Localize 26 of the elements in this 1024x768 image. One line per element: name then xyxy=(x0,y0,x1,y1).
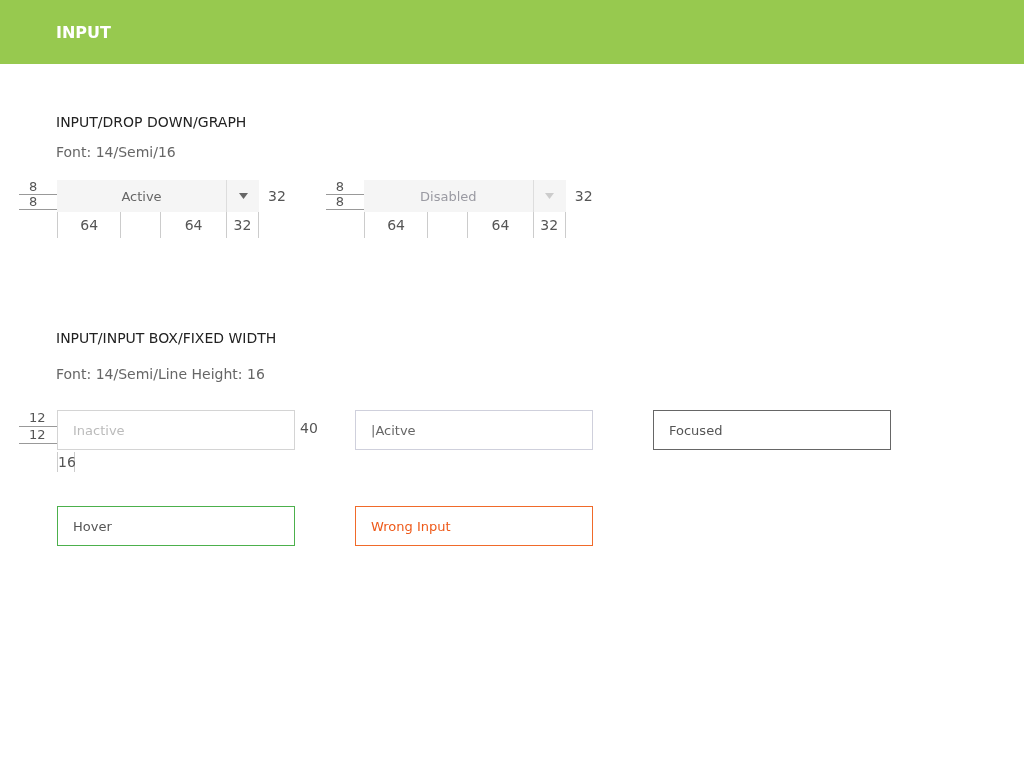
spacing-measure: 8 xyxy=(325,180,364,195)
text-input[interactable]: Wrong Input xyxy=(355,506,593,546)
spacing-measure: 12 xyxy=(19,427,57,444)
dropdown[interactable]: Active xyxy=(57,180,259,212)
height-measure: 40 xyxy=(300,420,318,436)
width-measure: 64 xyxy=(57,212,121,238)
section-title: INPUT/DROP DOWN/GRAPH xyxy=(56,114,248,130)
width-measure: 32 xyxy=(532,212,566,238)
width-measure: 32 xyxy=(225,212,259,238)
spacing-measure: 8 xyxy=(325,195,364,210)
font-note: Font: 14/Semi/Line Height: 16 xyxy=(56,366,266,382)
caret-icon xyxy=(545,193,555,199)
height-measure: 32 xyxy=(267,187,286,206)
width-measure: 64 xyxy=(160,212,226,238)
section-title: INPUT/INPUT BOX/FIXED WIDTH xyxy=(56,330,278,346)
font-note: Font: 14/Semi/16 xyxy=(56,144,177,160)
width-measure: 64 xyxy=(363,212,428,238)
caret-icon xyxy=(238,193,248,199)
text-input[interactable]: Focused xyxy=(653,410,891,450)
spacing-measure: 12 xyxy=(19,410,57,427)
width-measure: 64 xyxy=(467,212,533,238)
padding-measure: 16 xyxy=(57,452,75,472)
text-input[interactable]: Hover xyxy=(57,506,295,546)
page-title: INPUT xyxy=(56,22,111,42)
height-measure: 32 xyxy=(573,187,593,206)
text-input[interactable]: |Acitve xyxy=(355,410,593,450)
